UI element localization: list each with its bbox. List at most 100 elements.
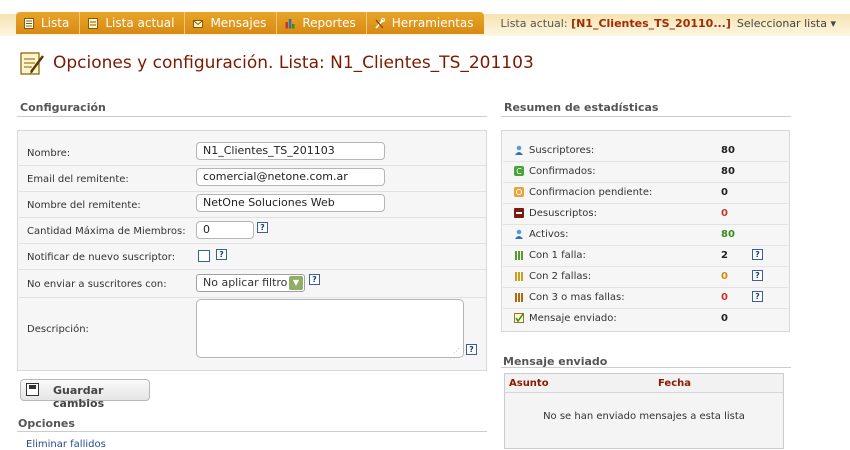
bar-chart-icon (285, 18, 295, 28)
fail-1-icon (515, 251, 523, 260)
sent-messages-table: Asunto Fecha No se han enviado mensajes … (504, 373, 784, 449)
notify-label: Notificar de nuevo suscriptor: (27, 252, 176, 263)
stat-value: 80 (721, 229, 735, 240)
chevron-down-icon: ▼ (289, 276, 303, 290)
description-textarea[interactable]: ⋰ (196, 299, 464, 358)
tab-mensajes[interactable]: Mensajes (185, 12, 278, 34)
document-edit-icon (20, 52, 44, 75)
no-send-filter-select[interactable]: No aplicar filtro ▼ (196, 274, 305, 292)
description-label: Descripción: (27, 324, 89, 335)
tab-label: Lista (41, 16, 70, 30)
stat-row-confirmados: C Confirmados: 80 (503, 161, 788, 183)
tab-lista[interactable]: Lista (16, 12, 81, 34)
stat-value: 0 (721, 208, 728, 219)
column-header-asunto[interactable]: Asunto (509, 378, 549, 389)
notify-checkbox[interactable] (198, 250, 210, 262)
select-list-link[interactable]: Seleccionar lista ▾ (737, 17, 836, 30)
stat-label: Mensaje enviado: (529, 313, 617, 324)
stat-label: Con 3 o mas fallas: (529, 292, 625, 303)
help-icon[interactable]: ? (309, 274, 320, 285)
help-icon[interactable]: ? (752, 270, 763, 281)
current-list-name[interactable]: [N1_Clientes_TS_20110...] (571, 17, 731, 30)
tab-label: Lista actual (105, 16, 175, 30)
options-divider (17, 431, 487, 432)
stats-panel: Suscriptores: 80 C Confirmados: 80 Confi… (501, 130, 790, 332)
no-send-filter-label: No enviar a suscritores con: (27, 279, 167, 290)
tab-reportes[interactable]: Reportes (277, 12, 367, 34)
tab-lista-actual[interactable]: Lista actual (80, 12, 186, 34)
options-section-title: Opciones (18, 417, 75, 430)
sent-divider (501, 367, 791, 368)
stat-value: 80 (721, 145, 735, 156)
page-header: Opciones y configuración. Lista: N1_Clie… (19, 48, 534, 78)
stat-label: Confirmados: (529, 166, 596, 177)
save-button-label: Guardar cambios (53, 384, 105, 410)
fail-3-icon (515, 293, 523, 302)
no-send-filter-value: No aplicar filtro (203, 276, 288, 289)
stats-section-title: Resumen de estadísticas (504, 101, 659, 114)
form-row-remitente: Nombre del remitente: NetOne Soluciones … (19, 191, 486, 218)
list-icon (24, 17, 34, 29)
fail-2-icon (515, 272, 523, 281)
stat-label: Con 2 fallas: (529, 271, 592, 282)
nombre-label: Nombre: (27, 148, 71, 159)
save-button[interactable]: Guardar cambios (20, 379, 150, 410)
stat-label: Suscriptores: (529, 145, 595, 156)
sender-name-label: Nombre del remitente: (27, 200, 141, 211)
pending-icon (514, 187, 524, 197)
tools-icon (375, 17, 385, 29)
floppy-disk-icon (26, 383, 39, 396)
config-form-panel: Nombre: N1_Clientes_TS_201103 Email del … (17, 130, 487, 371)
max-members-input[interactable]: 0 (196, 221, 254, 239)
page-title: Opciones y configuración. Lista: N1_Clie… (53, 53, 534, 73)
email-input[interactable]: comercial@netone.com.ar (196, 168, 385, 186)
stat-row-activos: Activos: 80 (503, 224, 788, 246)
help-icon[interactable]: ? (752, 291, 763, 302)
stat-label: Activos: (529, 229, 569, 240)
table-header: Asunto Fecha (505, 374, 783, 393)
nombre-input[interactable]: N1_Clientes_TS_201103 (196, 142, 385, 160)
stat-value: 0 (721, 187, 728, 198)
email-label: Email del remitente: (27, 174, 129, 185)
config-section-title: Configuración (20, 101, 106, 114)
form-row-email: Email del remitente: comercial@netone.co… (19, 165, 486, 192)
help-icon[interactable]: ? (752, 249, 763, 260)
help-icon[interactable]: ? (466, 344, 477, 355)
main-tabs: Lista Lista actual Mensajes Reportes Her… (16, 12, 484, 34)
stat-label: Confirmacion pendiente: (529, 187, 653, 198)
current-list-indicator: Lista actual: [N1_Clientes_TS_20110...] S… (501, 17, 836, 30)
form-row-no-enviar: No enviar a suscritores con: No aplicar … (19, 269, 486, 298)
stat-row-desuscriptos: Desuscriptos: 0 (503, 203, 788, 225)
tab-label: Reportes (302, 16, 356, 30)
stat-row-con-1-falla: Con 1 falla: 2 ? (503, 245, 788, 267)
max-members-label: Cantidad Máxima de Miembros: (27, 226, 186, 237)
confirmed-icon: C (514, 166, 524, 176)
sender-name-input[interactable]: NetOne Soluciones Web (196, 194, 385, 212)
help-icon[interactable]: ? (257, 222, 268, 233)
current-list-prefix: Lista actual: (500, 17, 572, 30)
tab-herramientas[interactable]: Herramientas (366, 12, 484, 34)
message-sent-icon (514, 313, 524, 323)
stat-row-suscriptores: Suscriptores: 80 (503, 140, 788, 162)
form-row-descripcion: Descripción: ⋰ ? (19, 297, 486, 367)
column-header-fecha[interactable]: Fecha (658, 378, 691, 389)
envelope-icon (193, 19, 204, 28)
table-empty-message: No se han enviado mensajes a esta lista (505, 393, 783, 448)
stat-label: Con 1 falla: (529, 250, 586, 261)
stat-row-con-2-fallas: Con 2 fallas: 0 ? (503, 266, 788, 288)
stat-row-pendiente: Confirmacion pendiente: 0 (503, 182, 788, 204)
form-row-nombre: Nombre: N1_Clientes_TS_201103 (19, 139, 486, 166)
stat-value: 0 (721, 292, 728, 303)
user-active-icon (515, 229, 523, 239)
document-icon (88, 17, 99, 29)
resize-grip-icon[interactable]: ⋰ (453, 347, 460, 355)
user-icon (515, 145, 523, 155)
stat-value: 0 (721, 271, 728, 282)
stat-label: Desuscriptos: (529, 208, 597, 219)
unsubscribed-icon (514, 208, 524, 218)
help-icon[interactable]: ? (216, 249, 227, 260)
top-navigation-bar: Lista Lista actual Mensajes Reportes Her… (0, 0, 850, 36)
tab-label: Mensajes (210, 16, 267, 30)
form-row-cantidad: Cantidad Máxima de Miembros: 0 ? (19, 217, 486, 244)
stat-value: 0 (721, 313, 728, 324)
